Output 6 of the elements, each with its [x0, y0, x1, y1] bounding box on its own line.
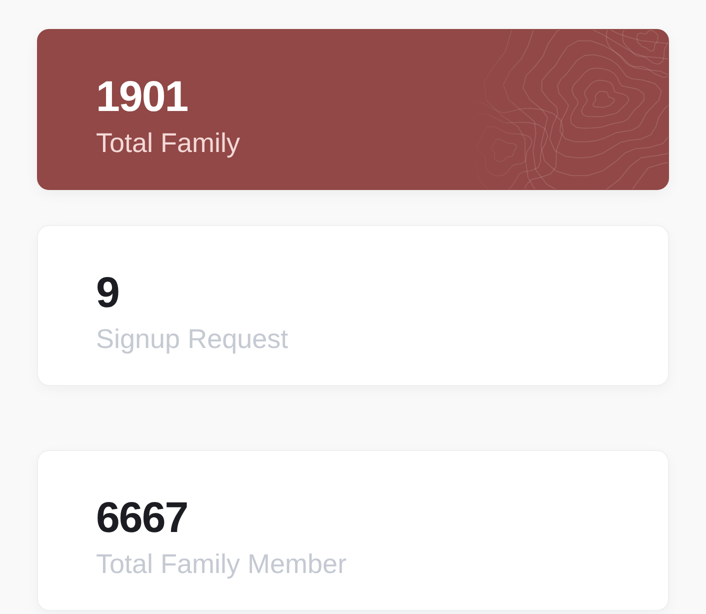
stat-value: 6667: [96, 494, 188, 542]
stat-label: Total Family: [96, 127, 240, 159]
stat-label: Signup Request: [96, 323, 288, 355]
stat-label: Total Family Member: [96, 548, 347, 580]
stat-value: 1901: [96, 73, 188, 121]
stat-value: 9: [96, 269, 119, 317]
